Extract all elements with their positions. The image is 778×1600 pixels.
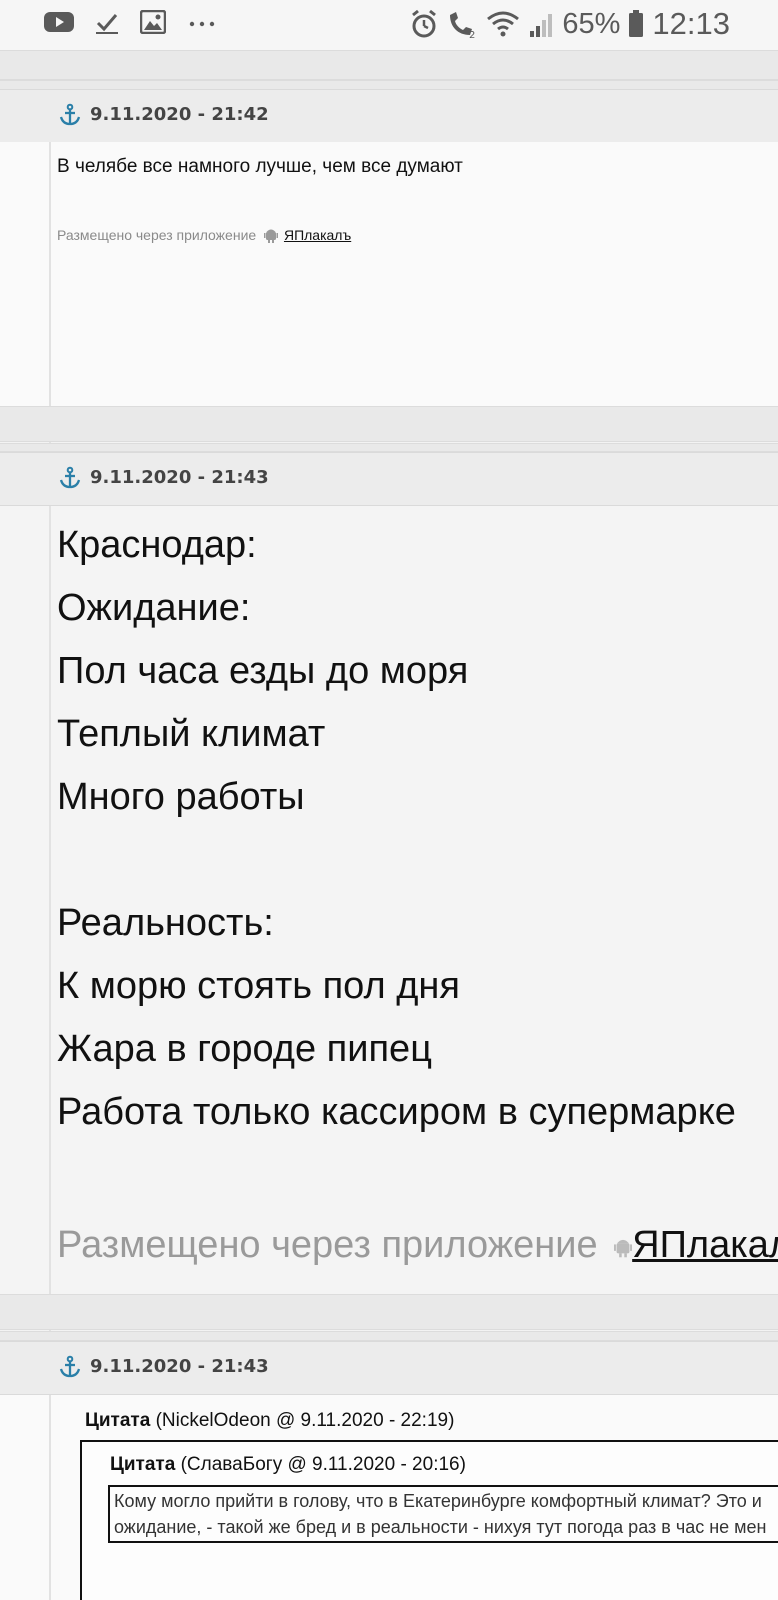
task-done-icon xyxy=(96,14,118,34)
post-separator xyxy=(0,1294,778,1330)
post-separator xyxy=(0,443,778,452)
android-icon xyxy=(264,229,279,243)
posted-via: Размещено через приложение ЯПлакал xyxy=(57,1224,778,1267)
quote-source: (NickelOdeon @ 9.11.2020 - 22:19) xyxy=(155,1410,455,1431)
nested-quote-text: Кому могло прийти в голову, что в Екатер… xyxy=(114,1488,766,1540)
anchor-icon[interactable] xyxy=(58,1355,82,1379)
post-line: Ожидание: xyxy=(57,587,251,629)
posted-via-label: Размещено через приложение xyxy=(57,227,257,243)
post-header: 9.11.2020 - 21:43 xyxy=(0,452,778,506)
post-date[interactable]: 9.11.2020 - 21:43 xyxy=(90,467,269,488)
posted-via-label: Размещено через приложение xyxy=(57,1224,598,1266)
post-line: Пол часа езды до моря xyxy=(57,650,469,692)
post-separator xyxy=(0,406,778,442)
nested-quote-label: Цитата xyxy=(110,1454,176,1475)
quote-header: Цитата (NickelOdeon @ 9.11.2020 - 22:19) xyxy=(85,1410,454,1432)
post-line: Теплый климат xyxy=(57,713,326,755)
alarm-icon xyxy=(412,9,437,38)
post-separator xyxy=(0,1331,778,1341)
battery-icon xyxy=(629,10,644,37)
nested-quote-box: Кому могло прийти в голову, что в Екатер… xyxy=(108,1485,778,1543)
post-body: В челябе все намного лучше, чем все дума… xyxy=(0,142,778,406)
wifi-calling-icon: 2 xyxy=(450,12,476,39)
post-line: Реальность: xyxy=(57,902,274,944)
nested-quote-line: ожидание, - такой же бред и в реальности… xyxy=(114,1517,767,1537)
post-body: Цитата (NickelOdeon @ 9.11.2020 - 22:19)… xyxy=(0,1395,778,1600)
system-status: 2 65% 12:13 xyxy=(410,6,730,42)
post-header: 9.11.2020 - 21:43 xyxy=(0,1341,778,1395)
svg-text:2: 2 xyxy=(469,30,475,39)
nested-quote-line: Кому могло прийти в голову, что в Екатер… xyxy=(114,1491,762,1511)
wifi-icon xyxy=(487,11,520,37)
youtube-icon xyxy=(44,12,74,32)
clock: 12:13 xyxy=(652,6,730,41)
battery-percent: 65% xyxy=(562,7,621,40)
post-line: Много работы xyxy=(57,776,305,818)
posted-via: Размещено через приложение ЯПлакалъ xyxy=(57,227,351,243)
anchor-icon[interactable] xyxy=(58,466,82,490)
post-line xyxy=(57,829,736,892)
quote-box: Цитата (СлаваБогу @ 9.11.2020 - 20:16) К… xyxy=(80,1440,778,1600)
quote-label: Цитата xyxy=(85,1410,151,1431)
android-icon xyxy=(614,1239,633,1258)
post-line: К морю стоять пол дня xyxy=(57,965,460,1007)
post-body: Краснодар: Ожидание: Пол часа езды до мо… xyxy=(0,506,778,1294)
status-bar: 2 65% 12:13 xyxy=(0,0,778,50)
nested-quote-source: (СлаваБогу @ 9.11.2020 - 20:16) xyxy=(180,1454,466,1475)
signal-icon xyxy=(530,14,553,37)
post-line: Краснодар: xyxy=(57,524,257,566)
post-line: Жара в городе пипец xyxy=(57,1028,432,1070)
app-link[interactable]: ЯПлакал xyxy=(632,1224,778,1266)
post-date[interactable]: 9.11.2020 - 21:42 xyxy=(90,104,269,125)
notification-icons xyxy=(44,10,216,34)
post-separator xyxy=(0,50,778,80)
post-header: 9.11.2020 - 21:42 xyxy=(0,89,778,143)
post-date[interactable]: 9.11.2020 - 21:43 xyxy=(90,1356,269,1377)
anchor-icon[interactable] xyxy=(58,103,82,127)
post-text: В челябе все намного лучше, чем все дума… xyxy=(57,156,463,177)
post-text: Краснодар: Ожидание: Пол часа езды до мо… xyxy=(57,514,736,1144)
image-icon xyxy=(140,10,166,34)
post-line: Работа только кассиром в супермарке xyxy=(57,1091,736,1133)
more-notifications-icon xyxy=(189,21,215,27)
nested-quote-header: Цитата (СлаваБогу @ 9.11.2020 - 20:16) xyxy=(110,1454,466,1476)
app-link[interactable]: ЯПлакалъ xyxy=(284,227,351,243)
